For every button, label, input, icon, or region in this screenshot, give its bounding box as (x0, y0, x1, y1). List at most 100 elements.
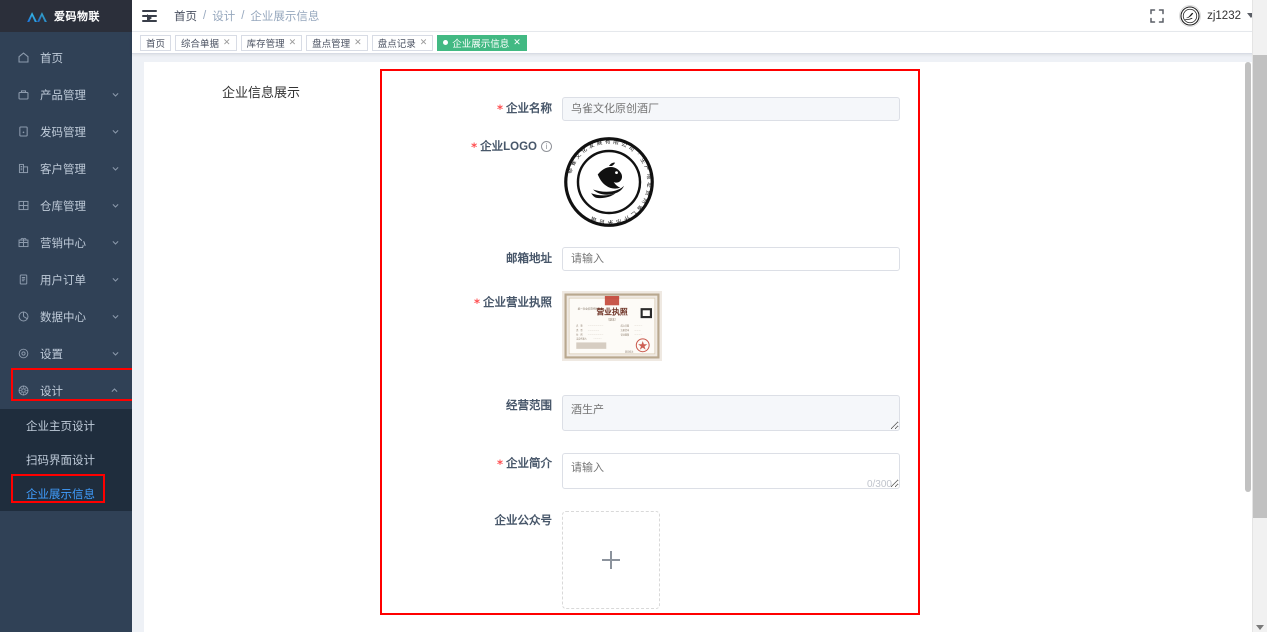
compass-icon (16, 384, 30, 398)
svg-text:登记机关: 登记机关 (625, 349, 634, 353)
form-row-business-scope: 经营范围 (382, 395, 918, 436)
label-text: 企业营业执照 (483, 297, 552, 309)
content-panel: 企业信息展示 * 企业名称 乌雀文化原创酒厂 * 企业LOGO i 鄂 雀 文 … (144, 62, 1253, 632)
fullscreen-icon[interactable] (1149, 8, 1165, 24)
chevron-down-icon (110, 90, 120, 100)
gear-icon (16, 347, 30, 361)
close-icon[interactable]: ✕ (223, 38, 231, 47)
brand-header[interactable]: 爱码物联 (0, 0, 132, 32)
tab-label: 盘点管理 (312, 38, 351, 50)
brand-name: 爱码物联 (54, 11, 100, 23)
label-text: 企业公众号 (494, 515, 553, 527)
list-icon (16, 273, 30, 287)
chevron-up-icon (110, 386, 120, 396)
tab-comprehensive-documents[interactable]: 综合单据 ✕ (175, 34, 237, 51)
company-name-input[interactable] (562, 97, 900, 121)
tab-label: 库存管理 (246, 38, 285, 50)
company-intro-textarea[interactable] (562, 453, 900, 489)
form-control (562, 97, 918, 121)
svg-text:法定代表人: 法定代表人 (576, 337, 588, 341)
sidebar-item-design[interactable]: 设计 (0, 372, 132, 409)
sidebar-item-marketing[interactable]: 营销中心 (0, 224, 132, 261)
sidebar-item-label: 仓库管理 (40, 200, 86, 213)
avatar (1179, 4, 1202, 27)
svg-text:类 型: 类 型 (576, 328, 583, 332)
sidebar-item-data[interactable]: 数据中心 (0, 298, 132, 335)
sidebar: 爱码物联 首页 产品管理 发码管理 客户管理 仓库管理 营销中心 用户订单 数据… (0, 0, 132, 632)
sidebar-item-orders[interactable]: 用户订单 (0, 261, 132, 298)
email-input[interactable] (562, 247, 900, 271)
svg-text:·······················: ······················· (588, 325, 604, 328)
form-row-company-name: * 企业名称 (382, 97, 918, 121)
sidebar-subitem-scan-ui-design[interactable]: 扫码界面设计 (0, 443, 132, 477)
business-scope-textarea[interactable] (562, 395, 900, 431)
panel-scrollbar-thumb[interactable] (1245, 62, 1251, 492)
sidebar-subitem-homepage-design[interactable]: 企业主页设计 (0, 409, 132, 443)
tab-stocktaking-management[interactable]: 盘点管理 ✕ (306, 34, 368, 51)
hamburger-icon[interactable] (142, 9, 168, 22)
tabs-bar: 首页 综合单据 ✕ 库存管理 ✕ 盘点管理 ✕ 盘点记录 ✕ 企业展示信息 ✕ (132, 32, 1267, 54)
sidebar-item-home[interactable]: 首页 (0, 39, 132, 76)
sidebar-item-label: 数据中心 (40, 311, 86, 324)
grid-icon (16, 199, 30, 213)
svg-text:营业期限: 营业期限 (621, 332, 630, 336)
close-icon[interactable]: ✕ (289, 38, 297, 47)
form-row-business-license: * 企业营业执照 营业执照 （副本） 统一社会信用代码 名 称 ········… (382, 291, 918, 361)
bag-icon (16, 88, 30, 102)
chevron-down-icon (110, 201, 120, 211)
tab-home[interactable]: 首页 (140, 34, 172, 51)
tab-label: 企业展示信息 (452, 38, 510, 50)
tab-company-display-info[interactable]: 企业展示信息 ✕ (437, 34, 527, 51)
form-row-company-intro: * 企业简介 0/300 (382, 453, 918, 494)
tab-stocktaking-records[interactable]: 盘点记录 ✕ (371, 34, 434, 51)
page-scrollbar-thumb[interactable] (1253, 55, 1267, 518)
chevron-down-icon (110, 127, 120, 137)
breadcrumb-item-home[interactable]: 首页 (174, 8, 197, 24)
svg-text:住 所: 住 所 (576, 332, 583, 336)
form-control: 营业执照 （副本） 统一社会信用代码 名 称 ··················… (562, 291, 918, 361)
sidebar-item-code[interactable]: 发码管理 (0, 113, 132, 150)
tab-inventory-management[interactable]: 库存管理 ✕ (240, 34, 303, 51)
form-label: * 企业简介 (382, 453, 562, 475)
breadcrumb-separator: / (203, 9, 207, 22)
app-logo-icon (26, 10, 48, 23)
form-row-company-logo: * 企业LOGO i 鄂 雀 文 化 发 展 有 限 公 司 · 生 产 地 址… (382, 135, 918, 229)
building-icon (16, 162, 30, 176)
label-text: 企业名称 (506, 103, 552, 115)
hamburger-arrow-icon (147, 13, 152, 22)
page-scrollbar[interactable] (1252, 0, 1267, 632)
breadcrumb-item-design[interactable]: 设计 (212, 8, 235, 24)
info-icon[interactable]: i (541, 141, 552, 152)
sidebar-item-customer[interactable]: 客户管理 (0, 150, 132, 187)
form-label: * 企业LOGO i (382, 135, 562, 159)
tab-label: 盘点记录 (377, 38, 416, 50)
sidebar-item-warehouse[interactable]: 仓库管理 (0, 187, 132, 224)
svg-text:成立日期: 成立日期 (621, 324, 630, 328)
close-icon[interactable]: ✕ (420, 38, 428, 47)
label-text: 经营范围 (506, 400, 552, 412)
document-icon (16, 125, 30, 139)
scroll-down-arrow-icon[interactable] (1256, 625, 1264, 630)
pie-icon (16, 310, 30, 324)
required-asterisk: * (496, 457, 503, 471)
sidebar-item-settings[interactable]: 设置 (0, 335, 132, 372)
required-asterisk: * (471, 140, 478, 154)
sidebar-item-product[interactable]: 产品管理 (0, 76, 132, 113)
app-root: 爱码物联 首页 产品管理 发码管理 客户管理 仓库管理 营销中心 用户订单 数据… (0, 0, 1267, 632)
sidebar-subitem-company-display-info[interactable]: 企业展示信息 (0, 477, 132, 511)
business-license-photo[interactable]: 营业执照 （副本） 统一社会信用代码 名 称 ··················… (562, 291, 662, 361)
company-logo-stamp[interactable]: 鄂 雀 文 化 发 展 有 限 公 司 · 生 产 地 址 贵 州 省 仁 怀 … (562, 135, 656, 229)
label-text: 邮箱地址 (506, 253, 552, 265)
close-icon[interactable]: ✕ (513, 38, 521, 47)
sidebar-item-label: 产品管理 (40, 89, 86, 102)
sidebar-item-label: 设置 (40, 348, 63, 361)
user-menu[interactable]: zj1232 (1179, 4, 1255, 27)
svg-text:（副本）: （副本） (606, 317, 617, 321)
tab-label: 首页 (146, 38, 166, 50)
close-icon[interactable]: ✕ (354, 38, 362, 47)
main-content: 企业信息展示 * 企业名称 乌雀文化原创酒厂 * 企业LOGO i 鄂 雀 文 … (132, 54, 1267, 632)
navbar: 首页 / 设计 / 企业展示信息 zj1232 (132, 0, 1267, 32)
official-account-uploader[interactable] (562, 511, 660, 609)
company-info-form: * 企业名称 * 企业LOGO i (380, 69, 920, 615)
svg-text:············: ············ (593, 338, 601, 341)
